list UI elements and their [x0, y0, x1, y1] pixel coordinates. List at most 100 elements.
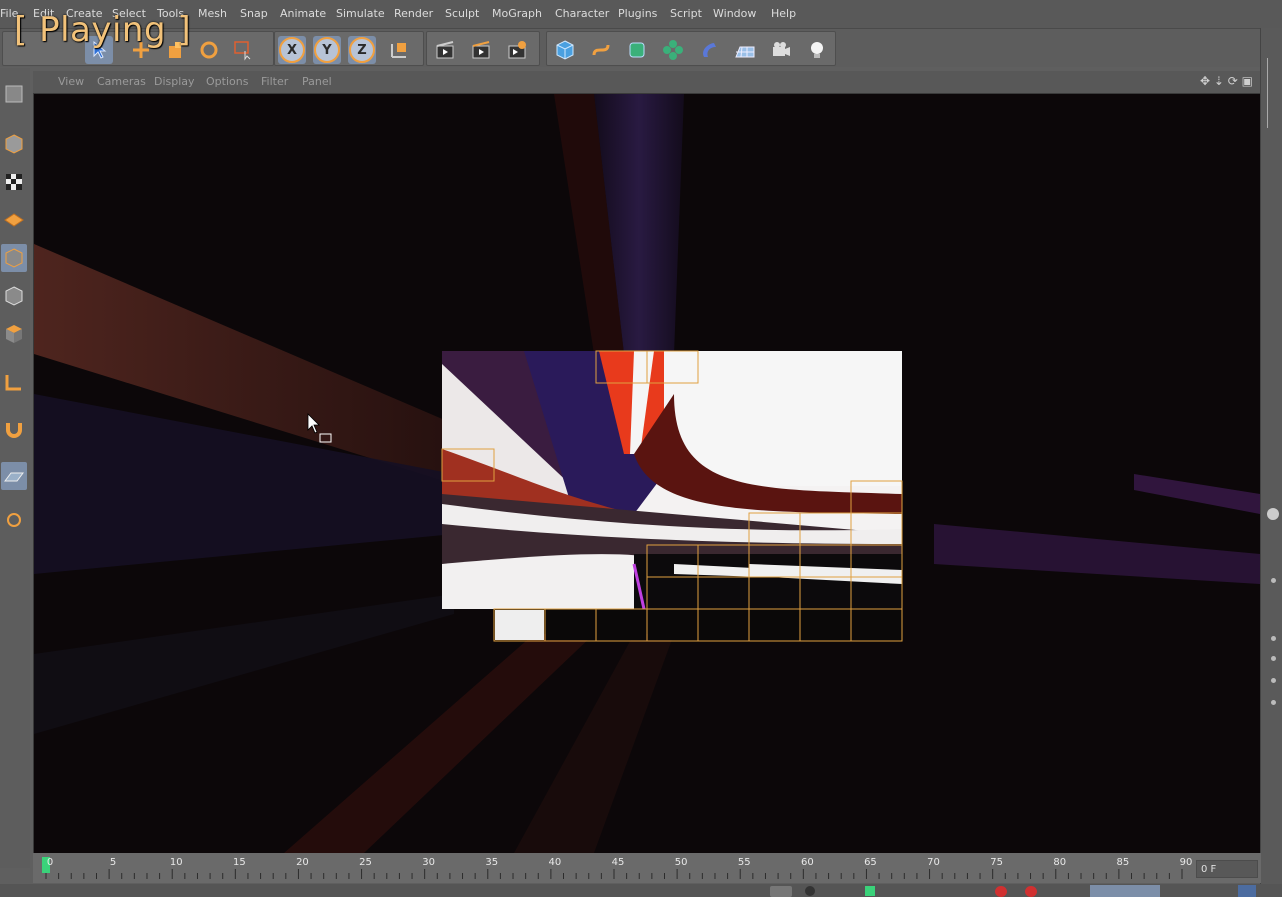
menu-snap[interactable]: Snap [240, 7, 268, 20]
workplane-mode-button[interactable] [1, 206, 27, 234]
lock-workplane-icon [7, 513, 21, 527]
menu-window[interactable]: Window [713, 7, 756, 20]
timeline-tick-label: 0 [46, 857, 54, 868]
z-axis-button[interactable]: Z [348, 36, 376, 64]
render-bucket-fill [648, 610, 697, 640]
axis-l-icon [5, 375, 21, 391]
add-array-button[interactable] [659, 36, 687, 64]
render-view-button[interactable] [431, 36, 459, 64]
viewport-menu-view[interactable]: View [58, 75, 84, 88]
prev-key-button[interactable] [805, 886, 815, 896]
add-light-button[interactable] [803, 36, 831, 64]
y-axis-button[interactable]: Y [313, 36, 341, 64]
viewport-menu-display[interactable]: Display [154, 75, 195, 88]
axis-mode-button[interactable] [1, 368, 27, 396]
add-generator-button[interactable] [623, 36, 651, 64]
polygons-cube-icon [6, 325, 22, 343]
panel-radio-icon[interactable] [1267, 508, 1279, 520]
render-settings-button[interactable] [503, 36, 531, 64]
workplane-grid-button[interactable] [1, 462, 27, 490]
playback-status: [ Playing ] [14, 10, 192, 50]
rotate-tool-button[interactable] [195, 36, 223, 64]
menu-render[interactable]: Render [394, 7, 433, 20]
points-mode-button[interactable] [1, 244, 27, 272]
coordinate-system-button[interactable] [385, 36, 413, 64]
viewport-menu-options[interactable]: Options [206, 75, 248, 88]
menu-mograph[interactable]: MoGraph [492, 7, 542, 20]
menu-sculpt[interactable]: Sculpt [445, 7, 479, 20]
viewport-menu-cameras[interactable]: Cameras [97, 75, 146, 88]
subdivision-icon [629, 42, 645, 58]
viewport-nav-icons[interactable]: ✥ ⇣ ⟳ ▣ [1200, 74, 1253, 88]
timeline-tick-label: 85 [1116, 857, 1130, 868]
add-camera-button[interactable] [767, 36, 795, 64]
panel-dot-icon [1271, 678, 1276, 683]
model-mode-button[interactable] [1, 130, 27, 158]
x-axis-button[interactable]: X [278, 36, 306, 64]
right-side-panel [1260, 28, 1282, 897]
sculpt-mode-button[interactable] [1, 80, 27, 108]
clapboard-gear-icon [508, 41, 526, 59]
editor-viewport[interactable] [33, 93, 1261, 854]
timeline-tick-label: 65 [864, 857, 877, 868]
transport-bar [0, 884, 1282, 897]
add-deformer-button[interactable] [695, 36, 723, 64]
timeline-tick-label: 45 [611, 857, 625, 868]
selection-box-icon [234, 41, 251, 61]
panel-handle[interactable] [1267, 58, 1278, 128]
texture-mode-button[interactable] [1, 168, 27, 196]
menu-plugins[interactable]: Plugins [618, 7, 657, 20]
go-to-start-button[interactable] [770, 886, 792, 897]
menu-animate[interactable]: Animate [280, 7, 326, 20]
menu-mesh[interactable]: Mesh [198, 7, 227, 20]
timeline-tick-label: 10 [169, 857, 183, 868]
checkerboard-icon [6, 174, 22, 190]
flower-array-icon [663, 40, 683, 60]
render-picture-viewer-button[interactable] [467, 36, 495, 64]
timeline-tick-label: 25 [359, 857, 372, 868]
auto-key-button[interactable] [1025, 886, 1037, 897]
current-frame-field[interactable]: 0 F [1196, 860, 1258, 878]
edges-cube-icon [5, 286, 23, 306]
render-bucket-fill [699, 610, 748, 640]
timeline-tick-label: 90 [1179, 857, 1193, 868]
menu-script[interactable]: Script [670, 7, 702, 20]
render-region [442, 351, 902, 610]
menu-character[interactable]: Character [555, 7, 609, 20]
clapboard-play-icon [472, 41, 490, 59]
snapping-button[interactable] [1, 416, 27, 444]
panel-dot-icon [1271, 578, 1276, 583]
grid-plane-icon [4, 472, 24, 482]
viewport-menu-filter[interactable]: Filter [261, 75, 288, 88]
edges-mode-button[interactable] [1, 282, 27, 310]
render-bucket-fill [597, 610, 646, 640]
bend-deformer-icon [703, 43, 716, 57]
points-cube-icon [5, 248, 23, 268]
add-spline-button[interactable] [587, 36, 615, 64]
magnet-icon [6, 423, 22, 438]
model-cube-icon [5, 134, 23, 154]
y-axis-icon: Y [314, 37, 340, 63]
live-selection-button[interactable] [229, 36, 257, 64]
workplane-icon [4, 213, 24, 227]
render-bucket-fill [750, 610, 799, 640]
timeline-ruler[interactable]: 0 5 10 15 20 25 30 35 40 45 50 55 60 65 70 75 80 85 90 [33, 853, 1261, 883]
record-button[interactable] [995, 886, 1007, 897]
play-button[interactable] [865, 886, 875, 896]
menu-simulate[interactable]: Simulate [336, 7, 385, 20]
timeline-settings-button[interactable] [1238, 885, 1256, 897]
render-bucket-fill [801, 610, 850, 640]
add-floor-button[interactable] [731, 36, 759, 64]
axis-group: X Y Z [274, 31, 424, 66]
render-bucket-fill [852, 610, 901, 640]
polygons-mode-button[interactable] [1, 320, 27, 348]
x-axis-icon: X [279, 37, 305, 63]
add-cube-button[interactable] [551, 36, 579, 64]
locked-workplane-button[interactable] [1, 506, 27, 534]
z-axis-icon: Z [349, 37, 375, 63]
menu-help[interactable]: Help [771, 7, 796, 20]
viewport-menu-panel[interactable]: Panel [302, 75, 332, 88]
keyframe-tools[interactable] [1090, 885, 1160, 897]
timeline-tick-label: 60 [800, 857, 814, 868]
panel-dot-icon [1271, 700, 1276, 705]
